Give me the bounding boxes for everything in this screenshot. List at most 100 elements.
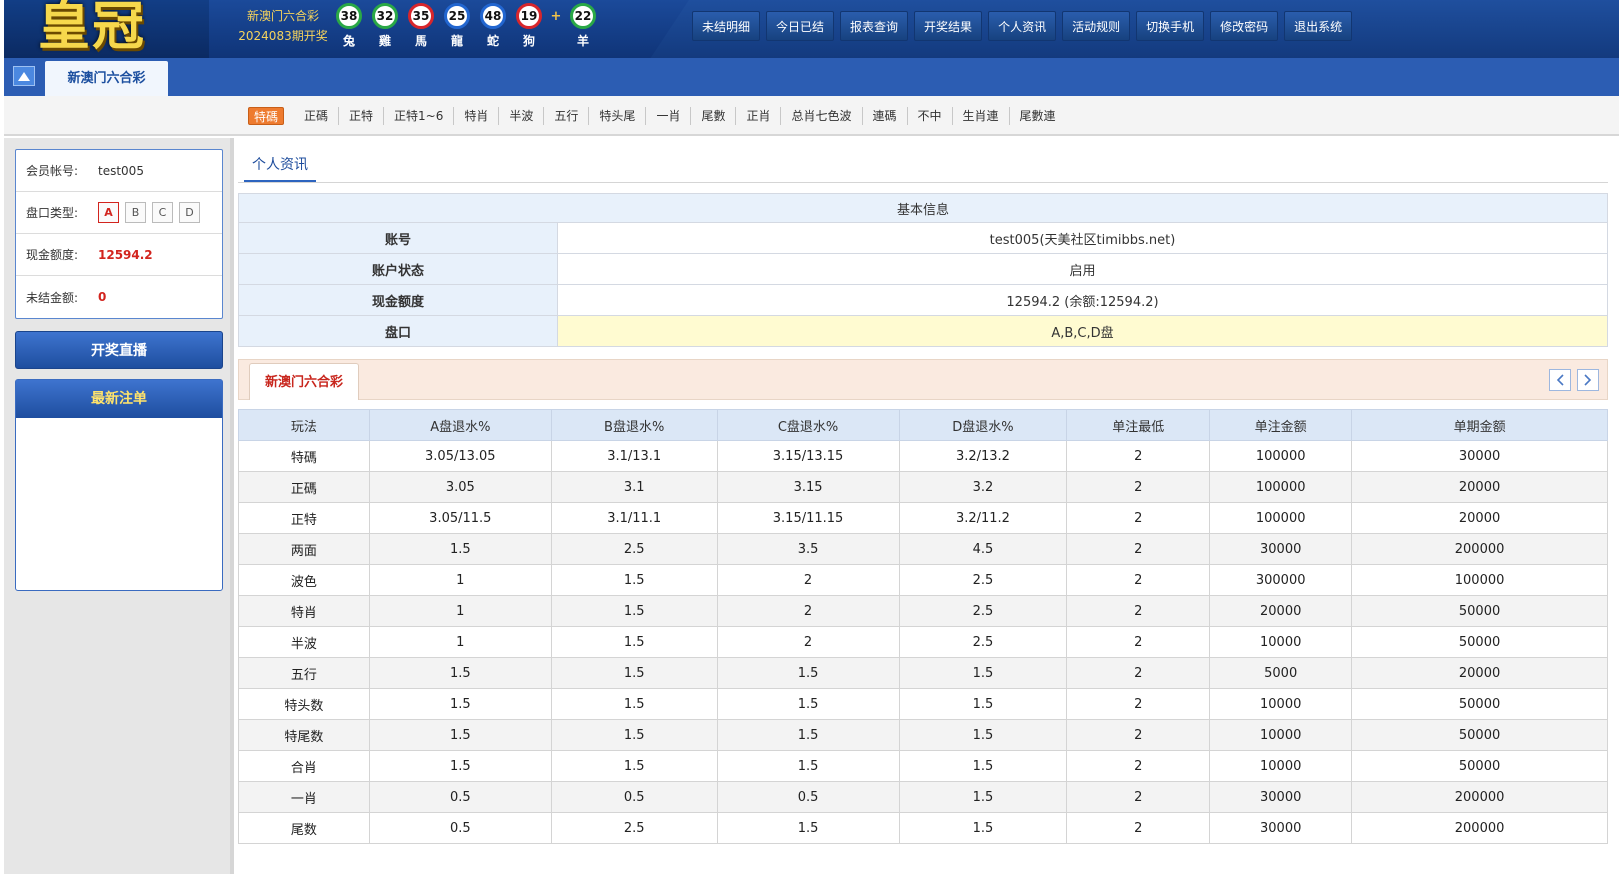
table-cell: 30000 (1209, 781, 1353, 813)
nav-button[interactable]: 活动规则 (1062, 11, 1131, 41)
latest-bets-header: 最新注单 (16, 380, 222, 418)
table-cell: 2 (1066, 812, 1211, 844)
credit-label: 现金额度: (26, 248, 79, 262)
tab-game[interactable]: 新澳门六合彩 (249, 363, 359, 400)
table-cell: 3.2/13.2 (898, 440, 1068, 472)
plate-option[interactable]: A (98, 202, 119, 223)
table-cell: 20000 (1209, 595, 1353, 627)
table-cell: 1.5 (550, 657, 718, 689)
bet-type-item[interactable]: 特头尾 (589, 107, 647, 125)
nav-button[interactable]: 退出系统 (1284, 11, 1353, 41)
odds-body: 特碼 3.05/13.05 3.1/13.1 3.15/13.15 3.2/13.2 2 1… (238, 440, 1608, 844)
table-cell: 300000 (1209, 564, 1353, 596)
main-content: 个人资讯 基本信息 账号 test005(天美社区timibbs.net) 账户状态… (238, 138, 1619, 874)
table-row: 波色 1 1.5 2 2.5 2 300000 100000 (238, 564, 1608, 596)
table-cell: 3.05 (368, 471, 552, 503)
bet-type-item[interactable]: 尾數連 (1010, 107, 1066, 125)
table-cell: 1.5 (368, 688, 552, 720)
bet-type-item[interactable]: 不中 (908, 107, 953, 125)
table-cell: 特尾数 (238, 719, 370, 751)
table-cell: 1.5 (550, 564, 718, 596)
bet-type-item[interactable]: 特碼 (248, 107, 285, 125)
table-cell: 2.5 (898, 595, 1068, 627)
table-cell: 50000 (1351, 626, 1608, 658)
chevron-right-icon (1584, 374, 1592, 386)
live-draw-button[interactable]: 开奖直播 (15, 331, 223, 369)
table-cell: 2 (1066, 750, 1211, 782)
bet-type-item[interactable]: 特肖 (454, 107, 500, 125)
account-value: test005 (98, 163, 144, 178)
draw-ball: 48 蛇 (475, 3, 511, 49)
column-header: D盘退水% (898, 409, 1068, 441)
bet-type-nav: 特碼 正碼 正特 正特1~6 特肖 半波 五行 特头尾 一肖 尾數 正肖 总肖七色波 連碼 不中 生肖連 尾數… (4, 96, 1619, 136)
bet-type-item[interactable]: 連碼 (863, 107, 908, 125)
table-cell: 2 (1066, 688, 1211, 720)
bet-type-item[interactable]: 正特1~6 (384, 107, 455, 125)
table-cell: 2.5 (898, 626, 1068, 658)
table-cell: 4.5 (898, 533, 1068, 565)
plate-option[interactable]: C (152, 202, 173, 223)
ball-number: 19 (516, 3, 542, 29)
draw-game-name: 新澳门六合彩 (246, 9, 319, 23)
nav-button[interactable]: 今日已结 (766, 11, 835, 41)
table-cell: 1.5 (550, 750, 718, 782)
table-cell: 3.5 (716, 533, 900, 565)
draw-ball: 38 兔 (331, 3, 367, 49)
bet-type-item[interactable]: 正肖 (736, 107, 782, 125)
bet-type-item[interactable]: 生肖連 (953, 107, 1010, 125)
basic-info-body: 账号 test005(天美社区timibbs.net) 账户状态 启用 现金额度 1259… (238, 222, 1608, 347)
table-cell: 1 (368, 626, 552, 658)
scroll-left-button[interactable] (1549, 369, 1571, 391)
nav-button[interactable]: 切换手机 (1136, 11, 1205, 41)
nav-button[interactable]: 未结明细 (692, 11, 761, 41)
info-value: A,B,C,D盘 (557, 315, 1608, 347)
info-label: 账号 (238, 222, 558, 254)
bet-type-item[interactable]: 半波 (499, 107, 545, 125)
table-row: 两面 1.5 2.5 3.5 4.5 2 30000 200000 (238, 533, 1608, 565)
bet-type-item[interactable]: 尾數 (691, 107, 737, 125)
nav-button[interactable]: 个人资讯 (988, 11, 1057, 41)
account-row: 会员帐号: test005 (16, 150, 222, 192)
table-cell: 特头数 (238, 688, 370, 720)
table-cell: 5000 (1209, 657, 1353, 689)
table-cell: 五行 (238, 657, 370, 689)
plate-row: 盘口类型: ABCD (16, 192, 222, 234)
table-cell: 100000 (1351, 564, 1608, 596)
nav-button[interactable]: 修改密码 (1210, 11, 1279, 41)
info-value: test005(天美社区timibbs.net) (557, 222, 1608, 254)
nav-button[interactable]: 报表查询 (840, 11, 909, 41)
chevron-left-icon (1556, 374, 1564, 386)
ball-number: 35 (408, 3, 434, 29)
table-cell: 半波 (238, 626, 370, 658)
table-cell: 3.05/11.5 (368, 502, 552, 534)
collapse-button[interactable] (13, 66, 35, 86)
plate-option[interactable]: D (179, 202, 200, 223)
ball-number: 22 (570, 3, 596, 29)
nav-button[interactable]: 开奖结果 (914, 11, 983, 41)
plus-sign: + (550, 9, 562, 24)
table-cell: 特肖 (238, 595, 370, 627)
bet-type-item[interactable]: 总肖七色波 (781, 107, 863, 125)
game-tab-bar: 新澳门六合彩 (4, 58, 1619, 96)
bet-type-item[interactable]: 正特 (339, 107, 385, 125)
account-label: 会员帐号: (26, 164, 79, 178)
table-cell: 两面 (238, 533, 370, 565)
bet-type-item[interactable]: 一肖 (646, 107, 692, 125)
tab-personal-info[interactable]: 个人资讯 (244, 149, 316, 183)
bet-type-item[interactable]: 五行 (544, 107, 590, 125)
tab-active-game[interactable]: 新澳门六合彩 (45, 61, 168, 96)
draw-ball: 19 狗 (511, 3, 547, 49)
table-row: 尾数 0.5 2.5 1.5 1.5 2 30000 200000 (238, 812, 1608, 844)
table-cell: 正碼 (238, 471, 370, 503)
logo-area: 皇冠 (4, 0, 209, 58)
table-cell: 2 (1066, 595, 1211, 627)
plate-option[interactable]: B (125, 202, 146, 223)
ball-number: 25 (444, 3, 470, 29)
bet-type-item[interactable]: 正碼 (294, 107, 340, 125)
table-cell: 1.5 (550, 626, 718, 658)
table-cell: 200000 (1351, 533, 1608, 565)
table-cell: 1.5 (368, 533, 552, 565)
scroll-right-button[interactable] (1577, 369, 1599, 391)
table-cell: 1.5 (898, 781, 1068, 813)
basic-info-table: 基本信息 账号 test005(天美社区timibbs.net) 账户状态 启用 现金额… (238, 193, 1608, 347)
